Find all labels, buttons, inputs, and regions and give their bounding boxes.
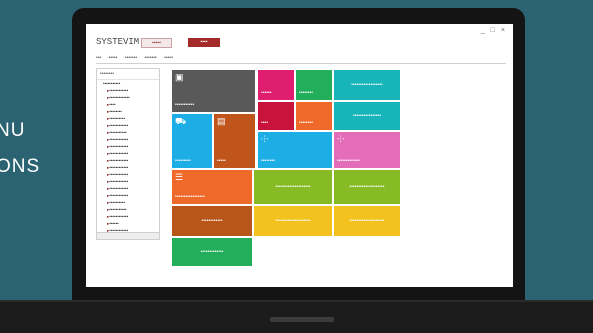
tile-button[interactable]: ⛟ ••••••••• [172, 114, 212, 168]
window-icon: ▣ [175, 72, 184, 82]
tree-item[interactable]: •••••••• [97, 108, 159, 115]
tile-button[interactable]: •••••••••••••••••••• [334, 170, 400, 204]
truck-icon: ⛟ [175, 116, 187, 126]
tile-label: ••••••••••••• [200, 249, 224, 255]
tile-button[interactable]: •••••••••••••••••••• [334, 206, 400, 236]
tile-label: •••••••••••• [201, 218, 223, 224]
tile-button[interactable]: •••••••••••••••••••• [254, 206, 332, 236]
tree-item[interactable]: •••••••••••• [97, 157, 159, 164]
tree-root[interactable]: ••••••••••• [97, 80, 159, 87]
tree-item[interactable]: •••••••••••• [97, 136, 159, 143]
tile-button[interactable]: •••••••• [296, 70, 332, 100]
tile-button[interactable]: •••• [258, 102, 294, 130]
window-controls[interactable]: _ □ × [481, 27, 507, 34]
tile-label: •••••••• [299, 120, 314, 126]
tile-label: •••••••••••••••••••• [349, 218, 385, 224]
tile-label: •••••••••••••••••• [351, 82, 383, 88]
tree-item[interactable]: •••••••••• [97, 199, 159, 206]
tree-item[interactable]: •••••••••••• [97, 122, 159, 129]
share-icon: ⸭ [337, 134, 345, 144]
tile-button[interactable]: ⸭ ••••••••••••• [334, 132, 400, 168]
tile-button[interactable]: •••••••••••••••••• [334, 70, 400, 100]
tile-button[interactable]: ▤ ••••• [214, 114, 255, 168]
tile-label: ••••••••••••••••• [175, 194, 205, 200]
tree-item[interactable]: •••••••••••• [97, 164, 159, 171]
tile-button[interactable]: ••••••••••••• [172, 238, 252, 266]
tile-label: •••••••••••••••••••• [275, 184, 311, 190]
tile-label: ••••••••••••• [337, 158, 360, 164]
menu-item[interactable]: ••••••• [125, 55, 137, 61]
tree-item[interactable]: •••••••••••• [97, 192, 159, 199]
tile-label: •••• [261, 120, 269, 126]
menubar-divider [96, 63, 506, 64]
tree-item[interactable]: •••••••••••• [97, 185, 159, 192]
navigation-tree: •••••••• ••••••••••• •••••••••••••••••••… [96, 68, 160, 240]
tile-button[interactable]: •••••••••••••••••••• [254, 170, 332, 204]
app-logo: SYSTEVIM [96, 37, 140, 47]
app-window: _ □ × SYSTEVIM ▪▪▪▪▪ ▪▪▪▪ ••• ••••• ••••… [86, 24, 513, 287]
tree-item[interactable]: •••••••••• [97, 115, 159, 122]
tile-button[interactable]: •••••••••••••••• [334, 102, 400, 130]
menubar: ••• ••••• ••••••• ••••••• ••••• [96, 55, 179, 61]
tree-item[interactable]: •••• [97, 101, 159, 108]
tree-item[interactable]: •••••••••••• [97, 143, 159, 150]
tile-button[interactable]: ⸭ •••••••• [258, 132, 332, 168]
tree-item[interactable]: •••••••••••• [97, 150, 159, 157]
header-action-button[interactable]: ▪▪▪▪▪ [141, 38, 172, 48]
list-icon: ☰ [175, 172, 184, 182]
tile-label: •••••••••••••••• [352, 113, 381, 119]
tile-label: •••••••••••••••••••• [275, 218, 311, 224]
tree-item[interactable]: ••••••••••• [97, 206, 159, 213]
tree-item[interactable]: ••••••••••••• [97, 94, 159, 101]
side-text-line-1: NU [0, 120, 26, 141]
tile-label: •••••••••••••••••••• [349, 184, 385, 190]
header-primary-button[interactable]: ▪▪▪▪ [188, 38, 220, 47]
tile-label: •••••••• [261, 158, 276, 164]
menu-item[interactable]: ••••••• [144, 55, 156, 61]
box-icon: ▤ [217, 116, 226, 126]
menu-item[interactable]: ••• [96, 55, 101, 61]
tile-button[interactable]: •••••••• [296, 102, 332, 130]
side-text-line-2: ONS [0, 156, 41, 177]
tile-label: ••••• [217, 158, 226, 164]
tree-scrollbar[interactable] [96, 232, 160, 240]
tree-header: •••••••• [97, 69, 159, 80]
tile-label: ••••••••••• [175, 102, 195, 108]
tree-item[interactable]: •••••••••••• [97, 178, 159, 185]
menu-item[interactable]: ••••• [164, 55, 173, 61]
tree-item[interactable]: ••••••••••• [97, 129, 159, 136]
laptop-notch [270, 317, 334, 322]
tree-item[interactable]: •••••••••••• [97, 87, 159, 94]
tile-label: •••••• [261, 90, 272, 96]
tree-item[interactable]: •••••••••••• [97, 171, 159, 178]
tile-button[interactable]: ▣ ••••••••••• [172, 70, 255, 112]
tile-label: •••••••• [299, 90, 314, 96]
tile-button[interactable]: •••••• [258, 70, 294, 100]
tile-button[interactable]: •••••••••••• [172, 206, 252, 236]
tile-button[interactable]: ☰ ••••••••••••••••• [172, 170, 252, 204]
tree-item[interactable]: •••••• [97, 220, 159, 227]
tile-label: ••••••••• [175, 158, 191, 164]
tree-item[interactable]: •••••••••••• [97, 213, 159, 220]
share-icon: ⸭ [261, 134, 269, 144]
menu-item[interactable]: ••••• [109, 55, 118, 61]
